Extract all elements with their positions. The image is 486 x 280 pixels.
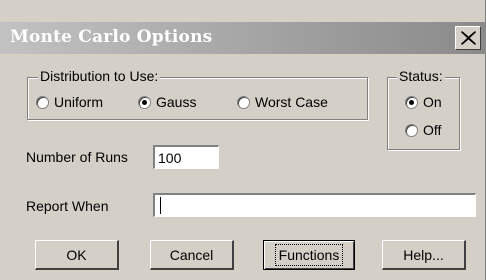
radio-on-circle[interactable] [405,95,418,109]
close-icon [461,31,476,45]
window-title: Monte Carlo Options [10,27,213,47]
radio-gauss-circle[interactable] [138,95,151,109]
monte-carlo-options-dialog: Monte Carlo Options Distribution to Use:… [0,0,486,280]
close-button[interactable] [455,26,481,50]
radio-off-circle[interactable] [405,123,418,137]
radio-uniform-label: Uniform [54,94,104,110]
ok-button[interactable]: OK [35,240,119,270]
radio-on-label: On [423,94,442,110]
distribution-group: Distribution to Use: Uniform Gauss Worst… [27,68,368,120]
number-of-runs-label: Number of Runs [26,149,128,165]
text-caret [160,197,161,214]
radio-gauss-label: Gauss [156,94,197,110]
radio-uniform-circle[interactable] [36,95,49,109]
report-when-label: Report When [26,198,109,214]
radio-off[interactable]: Off [405,122,441,138]
radio-off-label: Off [423,122,442,138]
number-of-runs-input[interactable] [153,145,219,169]
title-bar: Monte Carlo Options [0,22,486,54]
help-button[interactable]: Help... [382,240,466,270]
radio-worst-case-label: Worst Case [255,94,328,110]
radio-on[interactable]: On [405,94,442,110]
report-when-input[interactable] [153,193,476,217]
status-legend: Status: [397,68,445,84]
functions-button[interactable]: Functions [263,240,355,270]
radio-worst-case[interactable]: Worst Case [237,94,328,110]
cancel-button[interactable]: Cancel [150,240,234,270]
status-group: Status: On Off [387,68,460,150]
distribution-legend: Distribution to Use: [38,68,161,84]
radio-uniform[interactable]: Uniform [36,94,103,110]
functions-button-label: Functions [274,244,344,266]
radio-worst-case-circle[interactable] [237,95,250,109]
radio-gauss[interactable]: Gauss [138,94,196,110]
